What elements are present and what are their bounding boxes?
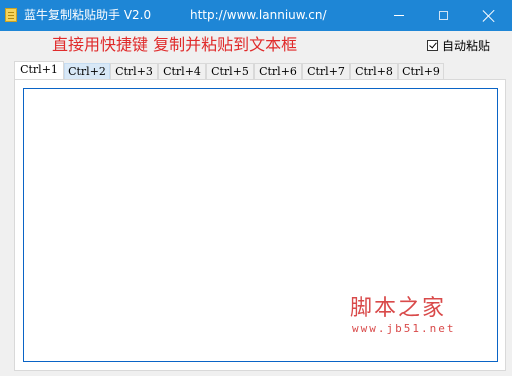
maximize-button[interactable] (421, 0, 466, 31)
minimize-icon (393, 15, 404, 16)
checkbox-checked-icon[interactable] (427, 39, 438, 51)
tab-ctrl-8[interactable]: Ctrl+8 (350, 63, 398, 80)
app-notepad-icon (5, 8, 17, 22)
close-icon (483, 10, 495, 22)
title-url: http://www.lanniuw.cn/ (190, 8, 327, 22)
tab-ctrl-4[interactable]: Ctrl+4 (158, 63, 206, 80)
tab-ctrl-6[interactable]: Ctrl+6 (254, 63, 302, 80)
tab-ctrl-2[interactable]: Ctrl+2 (64, 63, 110, 80)
tab-ctrl-3[interactable]: Ctrl+3 (110, 63, 158, 80)
window-title: 蓝牛复制粘贴助手 V2.0 (24, 8, 152, 22)
minimize-button[interactable] (376, 0, 421, 31)
auto-paste-checkbox[interactable]: 自动粘贴 (427, 38, 491, 53)
watermark-url: www.jb51.net (352, 322, 456, 335)
tab-ctrl-5[interactable]: Ctrl+5 (206, 63, 254, 80)
tab-ctrl-9[interactable]: Ctrl+9 (398, 63, 444, 80)
tab-strip: Ctrl+1 Ctrl+2 Ctrl+3 Ctrl+4 Ctrl+5 Ctrl+… (14, 61, 444, 80)
shortcut-hint: 直接用快捷键 复制并粘贴到文本框 (52, 35, 298, 54)
tab-ctrl-1[interactable]: Ctrl+1 (14, 61, 64, 80)
tab-ctrl-7[interactable]: Ctrl+7 (302, 63, 350, 80)
watermark-title: 脚本之家 (350, 296, 447, 321)
title-bar[interactable]: 蓝牛复制粘贴助手 V2.0 http://www.lanniuw.cn/ (0, 0, 512, 31)
auto-paste-label: 自动粘贴 (442, 38, 491, 53)
close-button[interactable] (466, 0, 511, 31)
maximize-icon (439, 11, 448, 20)
